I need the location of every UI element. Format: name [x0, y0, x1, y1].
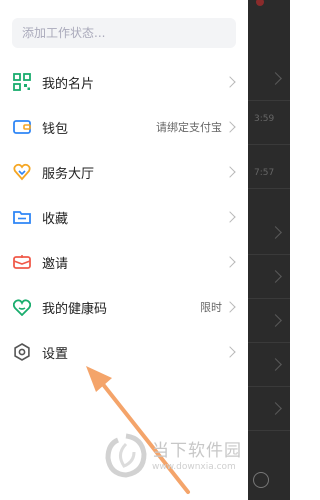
- chevron-right-icon: [269, 402, 282, 415]
- menu-item-health-code[interactable]: 我的健康码 限时: [0, 285, 248, 329]
- watermark: 当下软件园 www.downxia.com: [104, 432, 274, 482]
- qr-card-icon: [12, 72, 32, 92]
- menu-item-label: 钱包: [42, 121, 69, 137]
- chevron-right-icon: [269, 358, 282, 371]
- chevron-right-icon: [224, 166, 236, 178]
- side-drawer: 我的名片 钱包 请绑定支付宝 服务大厅 收藏: [0, 0, 248, 500]
- favorites-icon: [12, 207, 32, 227]
- menu-item-label: 收藏: [42, 211, 69, 227]
- menu-item-hint: 请绑定支付宝: [156, 121, 222, 134]
- chevron-right-icon: [224, 211, 236, 223]
- chevron-right-icon: [224, 346, 236, 358]
- chevron-right-icon: [269, 270, 282, 283]
- wallet-icon: [12, 117, 32, 137]
- chevron-right-icon: [224, 76, 236, 88]
- chevron-right-icon: [269, 72, 282, 85]
- service-hall-icon: [12, 162, 32, 182]
- menu-item-wallet[interactable]: 钱包 请绑定支付宝: [0, 105, 248, 149]
- chevron-right-icon: [224, 256, 236, 268]
- watermark-logo-icon: [105, 433, 147, 478]
- menu-item-hint: 限时: [200, 301, 222, 314]
- menu-item-label: 我的健康码: [42, 301, 108, 317]
- menu-item-invite[interactable]: 邀请: [0, 240, 248, 284]
- chevron-right-icon: [224, 301, 236, 313]
- background-row: 3:59: [248, 100, 290, 145]
- menu-item-label: 服务大厅: [42, 166, 95, 182]
- background-row: [248, 298, 290, 343]
- background-row: 7:57: [248, 144, 290, 189]
- chevron-right-icon: [269, 314, 282, 327]
- watermark-title: 当下软件园: [152, 441, 242, 461]
- menu-item-settings[interactable]: 设置: [0, 330, 248, 374]
- menu-item-label: 我的名片: [42, 76, 95, 92]
- notification-dot: [256, 0, 264, 6]
- chevron-right-icon: [269, 226, 282, 239]
- menu-item-business-card[interactable]: 我的名片: [0, 60, 248, 104]
- menu-item-service-hall[interactable]: 服务大厅: [0, 150, 248, 194]
- health-code-icon: [12, 297, 32, 317]
- background-row: [248, 254, 290, 299]
- work-status-input[interactable]: [12, 18, 236, 48]
- menu-item-label: 邀请: [42, 256, 69, 272]
- background-row: [248, 210, 290, 255]
- background-time: 7:57: [254, 168, 275, 178]
- background-row: [248, 56, 290, 101]
- chevron-right-icon: [224, 121, 236, 133]
- menu-item-favorites[interactable]: 收藏: [0, 195, 248, 239]
- menu-item-label: 设置: [42, 346, 69, 362]
- invite-icon: [12, 252, 32, 272]
- background-row: [248, 386, 290, 431]
- gear-icon: [12, 342, 32, 362]
- dimmed-background[interactable]: 3:59 7:57: [248, 0, 290, 500]
- background-time: 3:59: [254, 114, 275, 124]
- background-row: [248, 342, 290, 387]
- watermark-url: www.downxia.com: [152, 462, 236, 472]
